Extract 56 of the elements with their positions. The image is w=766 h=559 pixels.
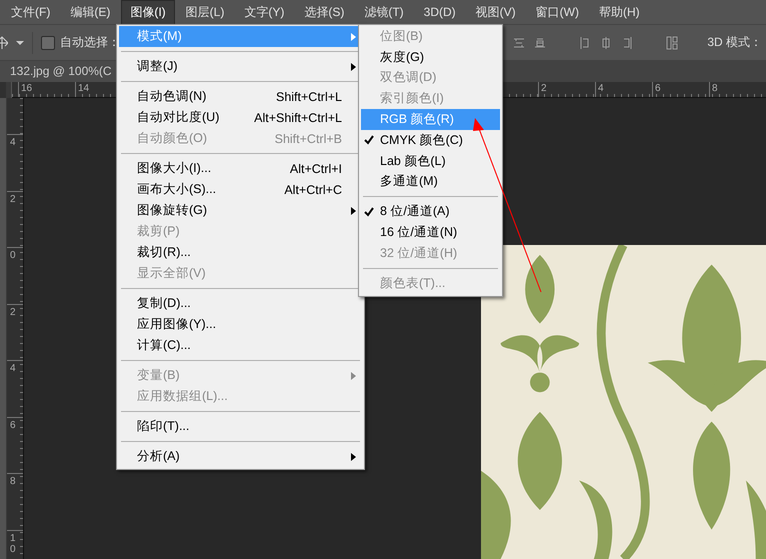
menu-bar-item[interactable]: 窗口(W) xyxy=(526,0,588,24)
shortcut-text: Shift+Ctrl+L xyxy=(276,90,343,104)
ruler-number: 16 xyxy=(18,82,75,97)
ruler-number: 2 xyxy=(10,194,16,204)
menu-item[interactable]: 图像大小(I)... Alt+Ctrl+I xyxy=(119,158,362,179)
menu-bar-item[interactable]: 选择(S) xyxy=(295,0,354,24)
menu-item[interactable]: Lab 颜色(L) xyxy=(361,150,500,172)
menu-item[interactable]: 图像旋转(G) xyxy=(119,200,362,221)
auto-align-icon[interactable] xyxy=(666,36,678,50)
distribute-icon[interactable] xyxy=(621,36,634,50)
menu-item[interactable]: 多通道(M) xyxy=(361,172,500,192)
mode-label: 3D 模式： xyxy=(707,34,762,51)
menu-item[interactable]: 陷印(T)... xyxy=(119,416,362,437)
ruler-number: 10 xyxy=(10,532,16,554)
menu-item[interactable]: 灰度(G) xyxy=(361,46,500,68)
menu-bar-item[interactable]: 图层(L) xyxy=(176,0,234,24)
ruler-number: 2 xyxy=(538,82,595,97)
ruler-number: 4 xyxy=(595,82,652,97)
ruler-number: 8 xyxy=(709,82,766,97)
ruler-number: 2 xyxy=(10,306,16,318)
shortcut-text: Alt+Ctrl+C xyxy=(284,182,343,196)
menu-item[interactable]: 计算(C)... xyxy=(119,335,362,356)
menu-bar-item[interactable]: 文件(F) xyxy=(2,0,60,24)
menu-item[interactable]: 16 位/通道(N) xyxy=(361,222,500,243)
caret-icon[interactable] xyxy=(16,40,24,46)
menu-item[interactable]: RGB 颜色(R) xyxy=(361,109,500,130)
menu-bar-item[interactable]: 视图(V) xyxy=(466,0,525,24)
shortcut-text: Alt+Ctrl+I xyxy=(290,162,343,176)
ruler-number: 4 xyxy=(10,363,16,374)
menu-item[interactable]: 画布大小(S)... Alt+Ctrl+C xyxy=(119,179,362,200)
menu-bar-item[interactable]: 3D(D) xyxy=(414,1,465,23)
shortcut-text: Alt+Shift+Ctrl+L xyxy=(254,110,343,124)
ruler-number: 6 xyxy=(10,420,16,430)
distribute-icon[interactable] xyxy=(579,36,592,50)
checkbox[interactable] xyxy=(41,36,55,50)
menu-bar-item[interactable]: 文字(Y) xyxy=(235,0,294,24)
align-icon[interactable] xyxy=(534,36,546,50)
menu-item[interactable]: 8 位/通道(A) xyxy=(361,201,500,222)
shortcut-text: Shift+Ctrl+B xyxy=(274,132,343,146)
menu-bar-item[interactable]: 编辑(E) xyxy=(61,0,120,24)
auto-select-label: 自动选择： xyxy=(60,34,120,51)
menu-bar-item[interactable]: 帮助(H) xyxy=(590,0,649,24)
ruler-number: 6 xyxy=(652,82,709,97)
menu-item[interactable]: 分析(A) xyxy=(119,446,362,467)
align-icon[interactable] xyxy=(513,36,526,50)
ruler-number: 0 xyxy=(10,250,16,261)
menu-item[interactable]: 裁切(R)... xyxy=(119,242,362,263)
menu-item[interactable]: 应用图像(Y)... xyxy=(119,314,362,335)
menu-bar-item[interactable]: 图像(I) xyxy=(121,0,175,24)
distribute-icon[interactable] xyxy=(600,36,612,50)
menu-item[interactable]: 复制(D)... xyxy=(119,293,362,314)
menu-item[interactable]: 自动对比度(U) Alt+Shift+Ctrl+L xyxy=(119,107,362,128)
ruler-number: 8 xyxy=(10,476,16,487)
menu-item[interactable]: CMYK 颜色(C) xyxy=(361,130,500,151)
menu-bar-item[interactable]: 滤镜(T) xyxy=(355,0,413,24)
ruler-number: 4 xyxy=(10,137,16,148)
